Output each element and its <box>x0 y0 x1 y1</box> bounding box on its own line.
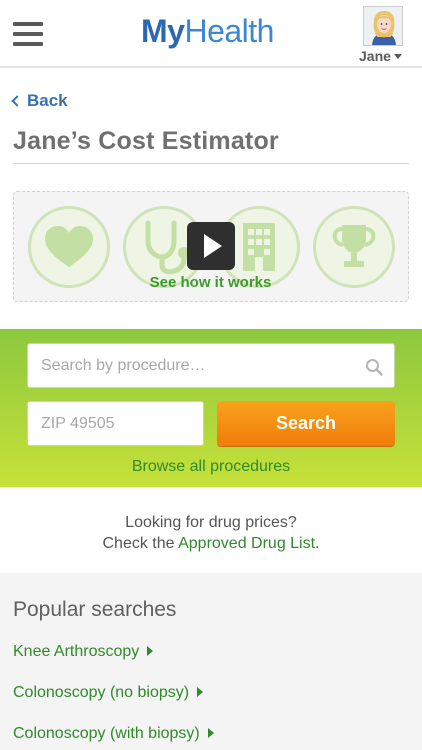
popular-item-knee-arthroscopy[interactable]: Knee Arthroscopy <box>13 643 154 661</box>
back-label: Back <box>27 91 68 110</box>
browse-all-procedures-link[interactable]: Browse all procedures <box>0 458 422 476</box>
app-header: MyHealth Jane <box>0 0 422 68</box>
procedure-search-input[interactable] <box>28 344 348 387</box>
user-avatar[interactable] <box>363 6 403 46</box>
drug-prices-line: Check the Approved Drug List. <box>102 535 320 552</box>
caret-right-icon <box>207 728 214 738</box>
brand-logo[interactable]: MyHealth <box>141 13 274 50</box>
popular-item-colonoscopy-with-biopsy[interactable]: Colonoscopy (with biopsy) <box>13 725 214 743</box>
search-panel: Search Browse all procedures <box>0 329 422 487</box>
menu-icon[interactable] <box>13 22 43 46</box>
divider <box>13 163 409 164</box>
user-name-label: Jane <box>359 48 391 64</box>
popular-searches-heading: Popular searches <box>13 598 177 621</box>
search-button[interactable]: Search <box>217 401 395 446</box>
procedure-search-field[interactable] <box>27 343 395 388</box>
caret-right-icon <box>147 646 154 656</box>
caret-right-icon <box>197 687 204 697</box>
chevron-left-icon <box>11 95 23 107</box>
page-title: Jane’s Cost Estimator <box>13 127 279 155</box>
approved-drug-list-link[interactable]: Approved Drug List <box>178 535 315 552</box>
popular-item-colonoscopy-no-biopsy[interactable]: Colonoscopy (no biopsy) <box>13 684 204 702</box>
search-icon[interactable] <box>365 358 383 376</box>
popular-searches: Popular searches Knee Arthroscopy Colono… <box>0 573 422 750</box>
user-menu[interactable]: Jane <box>359 48 402 64</box>
zip-field[interactable] <box>27 401 204 446</box>
back-link[interactable]: Back <box>11 91 68 111</box>
drug-prices-question: Looking for drug prices? <box>125 514 297 531</box>
how-it-works-video[interactable]: See how it works <box>13 191 409 302</box>
play-icon[interactable] <box>187 222 235 270</box>
see-how-it-works-link[interactable]: See how it works <box>14 274 407 291</box>
zip-input[interactable] <box>28 402 203 445</box>
chevron-down-icon <box>393 54 402 59</box>
drug-prices-note: Looking for drug prices? Check the Appro… <box>0 512 422 554</box>
